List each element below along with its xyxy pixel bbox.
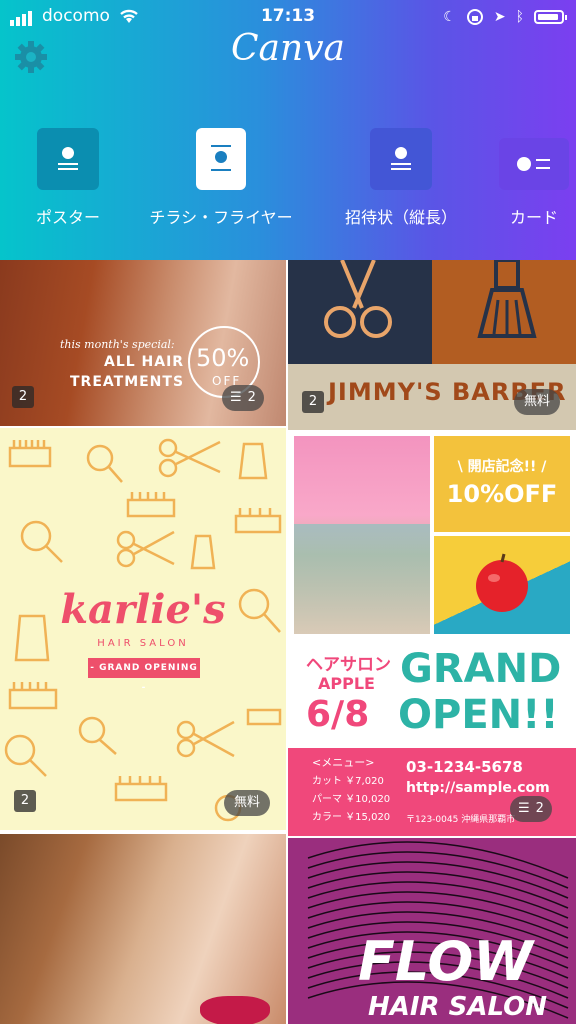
category-flyer[interactable]: チラシ・フライヤー: [136, 128, 306, 228]
free-badge: 無料: [514, 389, 561, 415]
karlies-sub: HAIR SALON: [97, 638, 189, 649]
headline-line1: ALL HAIR: [104, 354, 185, 370]
category-invitation[interactable]: 招待状（縦長）: [330, 128, 472, 228]
karlies-name: karlie's: [60, 586, 226, 633]
salon-label: ヘアサロン: [306, 655, 391, 675]
location-icon: ➤: [493, 9, 506, 25]
website-url: http://sample.com: [406, 780, 550, 796]
phone-number: 03-1234-5678: [406, 758, 523, 776]
template-hair-treatment[interactable]: this month's special: ALL HAIR TREATMENT…: [0, 260, 286, 426]
flyer-icon: [196, 128, 246, 190]
template-karlies[interactable]: karlie's HAIR SALON - GRAND OPENING - 2 …: [0, 428, 286, 830]
discount-text: 10%OFF: [446, 480, 558, 508]
poster-icon: [37, 128, 99, 190]
free-badge: 無料: [224, 790, 271, 816]
open-text: OPEN!!: [398, 692, 559, 738]
grand-opening-ribbon: - GRAND OPENING -: [88, 658, 200, 693]
grand-text: GRAND: [400, 646, 562, 692]
template-salon-apple[interactable]: \ 開店記念!! / 10%OFF ヘアサロン APPLE 6/8 GRAND …: [288, 432, 576, 836]
page-count-badge: 2: [12, 386, 34, 408]
address: 〒123-0045 沖縄県那覇市: [406, 815, 516, 825]
scissors-icon: [324, 260, 392, 338]
card-icon: [499, 138, 569, 190]
category-poster[interactable]: ポスター: [22, 128, 114, 228]
anniversary-text: \ 開店記念!! /: [457, 459, 547, 475]
apple-image: [476, 553, 528, 612]
category-label: チラシ・フライヤー: [149, 208, 293, 227]
bluetooth-icon: ᛒ: [515, 9, 524, 25]
flow-title: FLOW: [358, 930, 533, 993]
rotation-lock-icon: [466, 9, 483, 25]
template-flow-salon[interactable]: FLOW HAIR SALON: [288, 838, 576, 1024]
menu-title: <メニュー>: [312, 756, 375, 769]
kicker-text: this month's special:: [60, 338, 175, 351]
layers-icon: ☰: [230, 390, 242, 405]
menu-item: パーマ ￥10,020: [312, 794, 391, 805]
template-grid: this month's special: ALL HAIR TREATMENT…: [0, 260, 576, 1024]
invitation-icon: [370, 128, 432, 190]
battery-icon: [534, 10, 567, 24]
model-photo-bg: [294, 524, 430, 634]
category-card[interactable]: カード: [496, 128, 572, 228]
flow-sub: HAIR SALON: [368, 992, 547, 1022]
shaving-brush-icon: [477, 260, 537, 338]
moon-icon: ☾: [443, 9, 456, 25]
layers-badge: ☰ 2: [510, 796, 552, 822]
discount-percent: 50%: [196, 344, 250, 372]
page-count-badge: 2: [302, 391, 324, 413]
canva-logo: Canva: [231, 28, 345, 69]
category-label: カード: [509, 208, 558, 227]
lips: [200, 996, 270, 1024]
headline-line2: TREATMENTS: [70, 374, 185, 390]
template-barber[interactable]: JIMMY'S BARBER 2 無料: [288, 260, 576, 430]
open-date: 6/8: [306, 694, 370, 735]
category-label: 招待状（縦長）: [344, 208, 457, 227]
salon-name: APPLE: [318, 674, 375, 693]
menu-item: カット ￥7,020: [312, 776, 384, 787]
category-label: ポスター: [35, 208, 100, 227]
page-count-badge: 2: [14, 790, 36, 812]
app-header: docomo 17:13 ☾ ➤ ᛒ Canva ポスター チラシ・フライヤー …: [0, 0, 576, 260]
layers-badge: ☰ 2: [222, 385, 264, 411]
menu-item: カラー ￥15,020: [312, 812, 391, 823]
layers-icon: ☰: [518, 801, 530, 816]
template-model-photo[interactable]: [0, 834, 286, 1024]
